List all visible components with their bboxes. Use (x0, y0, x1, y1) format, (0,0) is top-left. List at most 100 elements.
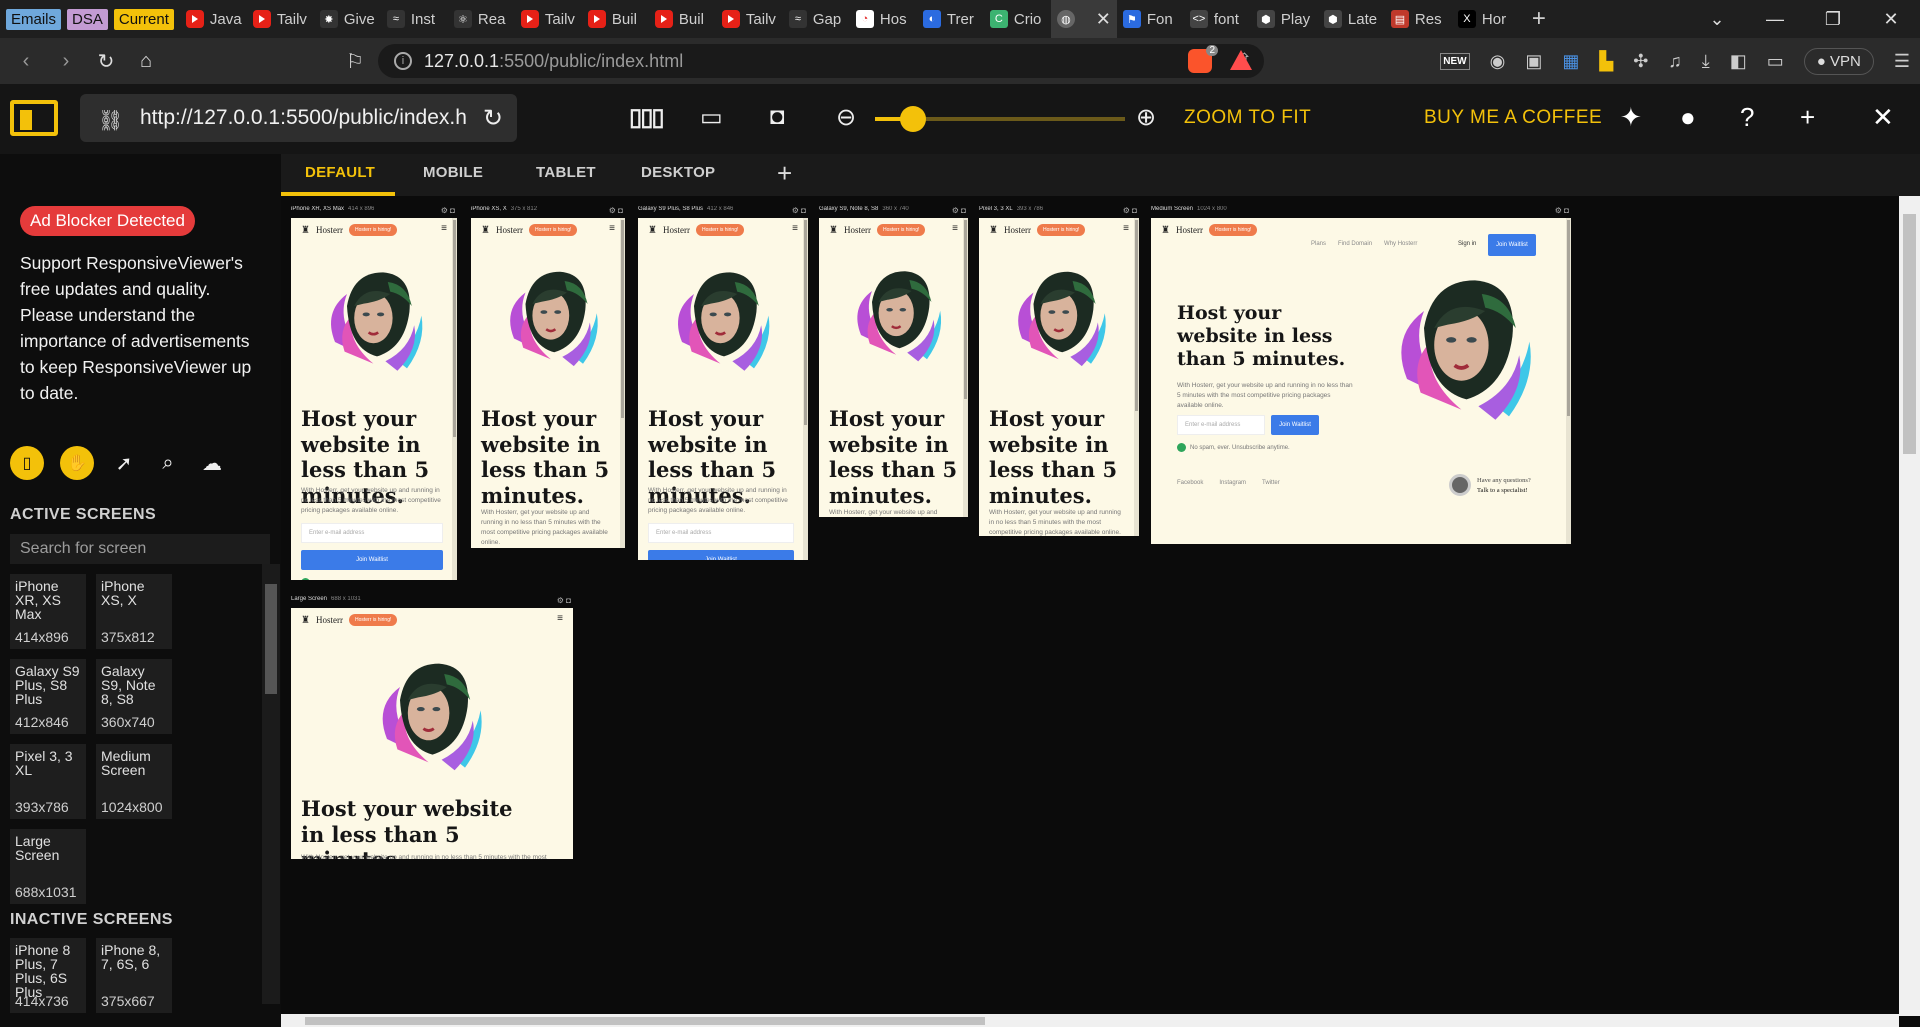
help-icon[interactable]: ? (1740, 102, 1754, 133)
device-scrollbar-thumb[interactable] (964, 220, 967, 400)
hamburger-icon[interactable]: ≡ (1123, 223, 1129, 234)
zoom-to-fit-button[interactable]: ZOOM TO FIT (1184, 107, 1311, 129)
notion-ext-icon[interactable]: ▣ (1525, 51, 1542, 72)
browser-tab[interactable]: Buil (649, 0, 716, 38)
browser-tab[interactable]: ≈ Gap (783, 0, 850, 38)
translate-ext-icon[interactable]: ▦ (1562, 51, 1579, 72)
browser-tab[interactable]: ⬢ Late (1318, 0, 1385, 38)
device-scrollbar[interactable] (452, 218, 457, 580)
browser-tab[interactable]: ⚑ Fon (1117, 0, 1184, 38)
downloads-icon[interactable]: ⤓ (1702, 51, 1710, 72)
device-scrollbar-thumb[interactable] (621, 220, 624, 418)
sidebar-scrollbar-thumb[interactable] (265, 584, 277, 694)
screen-card[interactable]: iPhone XS, X 375x812 (96, 574, 172, 649)
layout-single-icon[interactable]: ▭ (700, 103, 723, 132)
screen-card[interactable]: Medium Screen 1024x800 (96, 744, 172, 819)
tab-default[interactable]: DEFAULT (305, 164, 375, 181)
close-viewer-icon[interactable]: ✕ (1872, 102, 1894, 133)
device-settings-icon[interactable]: ⚙ ◘ (1555, 206, 1569, 215)
email-input[interactable]: Enter e-mail address (648, 523, 794, 543)
social-link[interactable]: Facebook (1177, 480, 1203, 486)
zoom-out-icon[interactable]: ⊖ (836, 103, 856, 132)
media-icon[interactable]: ♫ (1668, 51, 1682, 72)
add-screen-icon[interactable]: + (1800, 102, 1815, 133)
pointer-icon[interactable]: ➚ (110, 451, 138, 476)
screen-card[interactable]: Large Screen 688x1031 (10, 829, 86, 904)
device-scrollbar-thumb[interactable] (804, 220, 807, 426)
device-scrollbar-thumb[interactable] (453, 220, 456, 438)
menu-icon[interactable]: ☰ (1894, 51, 1910, 72)
browser-tab[interactable]: ✸ Give (314, 0, 381, 38)
device-settings-icon[interactable]: ⚙ ◘ (952, 206, 966, 215)
browser-tab[interactable]: X Hor (1452, 0, 1519, 38)
buy-me-a-coffee-link[interactable]: BUY ME A COFFEE (1424, 107, 1602, 129)
browser-tab[interactable]: ◔ Hos (850, 0, 917, 38)
browser-tab[interactable]: ⚛ Rea (448, 0, 515, 38)
browser-tab[interactable]: ◐ Trer (917, 0, 984, 38)
wallet-ext-icon[interactable]: ◉ (1490, 51, 1506, 72)
help-specialist[interactable]: Talk to a specialist! (1477, 486, 1531, 496)
social-link[interactable]: Twitter (1262, 480, 1280, 486)
device-scrollbar[interactable] (963, 218, 968, 517)
hamburger-icon[interactable]: ≡ (952, 223, 958, 234)
home-icon[interactable]: ⌂ (126, 50, 166, 73)
site-info-icon[interactable]: i (394, 52, 412, 70)
browser-tab[interactable]: ≈ Inst (381, 0, 448, 38)
device-settings-icon[interactable]: ⚙ ◘ (792, 206, 806, 215)
cloud-download-icon[interactable]: ☁ (198, 451, 226, 476)
sidebar-icon[interactable]: ◧ (1730, 51, 1747, 72)
device-settings-icon[interactable]: ⚙ ◘ (1123, 206, 1137, 215)
viewer-reload-icon[interactable]: ↻ (483, 104, 503, 133)
responsiveviewer-ext-icon[interactable]: ▙ (1599, 51, 1613, 72)
vpn-button[interactable]: ● VPN (1803, 47, 1874, 75)
screen-search-input[interactable] (10, 534, 270, 564)
extensions-puzzle-icon[interactable]: ✣ (1633, 51, 1648, 72)
new-tab-button[interactable]: + (1519, 0, 1559, 38)
bookmark-current[interactable]: Current (113, 8, 174, 30)
hamburger-icon[interactable]: ≡ (609, 223, 615, 234)
device-scrollbar[interactable] (620, 218, 625, 548)
join-waitlist-button[interactable]: Join Waitlist (301, 550, 443, 570)
browser-tab[interactable]: Tailv (716, 0, 783, 38)
search-icon[interactable]: ⌕ (154, 452, 182, 475)
email-input[interactable]: Enter e-mail address (301, 523, 443, 543)
site-nav-link[interactable]: Find Domain (1338, 241, 1372, 247)
layout-columns-icon[interactable]: ▯▯▯ (629, 103, 665, 132)
device-settings-icon[interactable]: ⚙ ◘ (609, 206, 623, 215)
device-scrollbar[interactable] (1566, 218, 1571, 544)
join-waitlist-button[interactable]: Join Waitlist (1271, 415, 1319, 435)
screen-card[interactable]: Pixel 3, 3 XL 393x786 (10, 744, 86, 819)
new-extension-icon[interactable]: NEW (1440, 52, 1470, 70)
device-mode-icon[interactable]: ▯ (10, 446, 44, 480)
bookmark-dsa[interactable]: DSA (67, 8, 108, 30)
browser-tab[interactable]: ▤ Res (1385, 0, 1452, 38)
back-icon[interactable]: ‹ (6, 50, 46, 73)
bookmark-emails[interactable]: Emails (6, 8, 62, 30)
browser-tab[interactable]: ⬢ Play (1251, 0, 1318, 38)
canvas-horizontal-scrollbar[interactable] (281, 1014, 1899, 1027)
url-field[interactable]: i 127.0.0.1:5500/public/index.html ⇪ (378, 44, 1264, 78)
canvas-horizontal-thumb[interactable] (305, 1017, 985, 1025)
screen-card[interactable]: iPhone XR, XS Max 414x896 (10, 574, 86, 649)
restore-icon[interactable]: ❐ (1804, 9, 1862, 30)
zoom-slider[interactable] (875, 106, 1125, 132)
zoom-in-icon[interactable]: ⊕ (1136, 103, 1156, 132)
screen-card[interactable]: Galaxy S9 Plus, S8 Plus 412x846 (10, 659, 86, 734)
email-input[interactable]: Enter e-mail address (1177, 415, 1265, 435)
canvas-vertical-scrollbar[interactable] (1899, 196, 1920, 1016)
screenshot-icon[interactable]: ◘ (770, 103, 785, 131)
header-join-button[interactable]: Join Waitlist (1488, 234, 1536, 256)
browser-tab[interactable]: C Crio (984, 0, 1051, 38)
zoom-slider-knob[interactable] (899, 106, 926, 132)
browser-tab[interactable]: Tailv (515, 0, 582, 38)
device-scrollbar[interactable] (803, 218, 808, 560)
canvas-vertical-thumb[interactable] (1903, 214, 1916, 454)
browser-tab[interactable]: <> font (1184, 0, 1251, 38)
device-scrollbar-thumb[interactable] (1567, 220, 1570, 416)
hamburger-icon[interactable]: ≡ (792, 223, 798, 234)
device-settings-icon[interactable]: ⚙ ◘ (557, 596, 571, 605)
screen-card[interactable]: Galaxy S9, Note 8, S8 360x740 (96, 659, 172, 734)
viewer-url-input[interactable]: ⛓ http://127.0.0.1:5500/public/index.h ↻ (80, 94, 517, 142)
github-icon[interactable]: ● (1680, 102, 1696, 133)
brave-rewards-icon[interactable] (1230, 50, 1252, 70)
